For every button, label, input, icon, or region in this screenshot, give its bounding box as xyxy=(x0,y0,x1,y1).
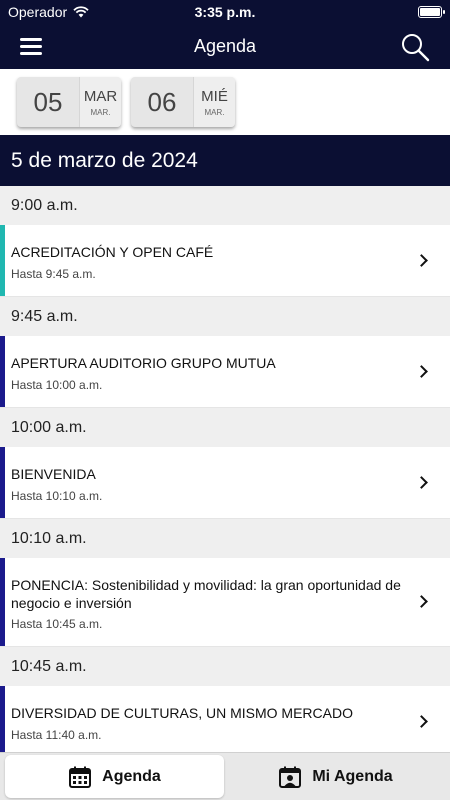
tab-bar: Agenda Mi Agenda xyxy=(0,752,450,800)
carrier-label: Operador xyxy=(8,4,68,20)
time-header: 10:45 a.m. xyxy=(0,647,450,686)
tab-label: Mi Agenda xyxy=(312,767,393,785)
calendar-icon xyxy=(69,766,92,788)
event-title: APERTURA AUDITORIO GRUPO MUTUA xyxy=(11,355,276,371)
event-title: DIVERSIDAD DE CULTURAS, UN MISMO MERCADO xyxy=(11,705,353,721)
time-header: 9:45 a.m. xyxy=(0,297,450,336)
event-item[interactable]: PONENCIA: Sostenibilidad y movilidad: la… xyxy=(0,558,450,647)
status-bar: Operador 3:35 p.m. xyxy=(0,0,450,24)
chevron-right-icon xyxy=(415,715,428,728)
menu-line xyxy=(20,52,42,55)
date-chip-weekday-small: MAR. xyxy=(90,107,111,117)
event-end-time: Hasta 11:40 a.m. xyxy=(11,728,102,742)
event-item[interactable]: ACREDITACIÓN Y OPEN CAFÉ Hasta 9:45 a.m. xyxy=(0,225,450,297)
chevron-right-icon xyxy=(415,476,428,489)
date-chip-weekday-small: MAR. xyxy=(204,107,225,117)
event-color-bar xyxy=(0,225,5,296)
chevron-right-icon xyxy=(415,365,428,378)
nav-bar: Agenda xyxy=(0,24,450,69)
agenda-list[interactable]: 9:00 a.m. ACREDITACIÓN Y OPEN CAFÉ Hasta… xyxy=(0,186,450,752)
event-color-bar xyxy=(0,447,5,518)
event-color-bar xyxy=(0,558,5,646)
event-title: ACREDITACIÓN Y OPEN CAFÉ xyxy=(11,244,214,260)
date-chip-weekday: MIÉ xyxy=(201,87,228,105)
chevron-right-icon xyxy=(415,254,428,267)
search-icon[interactable] xyxy=(400,32,430,62)
menu-line xyxy=(20,45,42,48)
page-title: Agenda xyxy=(193,36,257,56)
date-chip-day: 06 xyxy=(147,86,177,117)
event-end-time: Hasta 9:45 a.m. xyxy=(11,267,96,281)
date-chip-weekday-box: MIÉ MAR. xyxy=(193,77,235,127)
chevron-right-icon xyxy=(415,595,428,608)
date-selector: 05 MAR MAR. 06 MIÉ MAR. xyxy=(0,69,450,135)
date-chip-weekday: MAR xyxy=(83,87,118,105)
menu-line xyxy=(20,38,42,41)
event-end-time: Hasta 10:10 a.m. xyxy=(11,489,103,503)
event-item[interactable]: DIVERSIDAD DE CULTURAS, UN MISMO MERCADO… xyxy=(0,686,450,752)
battery-fill xyxy=(420,8,440,16)
hamburger-icon[interactable] xyxy=(20,38,42,55)
date-chip-weekday-box: MAR MAR. xyxy=(79,77,121,127)
event-title: PONENCIA: Sostenibilidad y movilidad: la… xyxy=(11,577,401,611)
event-end-time: Hasta 10:00 a.m. xyxy=(11,378,103,392)
time-header: 10:00 a.m. xyxy=(0,408,450,447)
event-color-bar xyxy=(0,336,5,407)
tab-agenda[interactable]: Agenda xyxy=(5,755,224,798)
date-header: 5 de marzo de 2024 xyxy=(0,135,450,186)
wifi-icon xyxy=(73,6,89,18)
time-header: 9:00 a.m. xyxy=(0,186,450,225)
date-chip-05[interactable]: 05 MAR MAR. xyxy=(17,77,121,127)
calendar-person-icon xyxy=(279,766,302,788)
time-header: 10:10 a.m. xyxy=(0,519,450,558)
event-item[interactable]: APERTURA AUDITORIO GRUPO MUTUA Hasta 10:… xyxy=(0,336,450,408)
date-chip-06[interactable]: 06 MIÉ MAR. xyxy=(131,77,235,127)
tab-label: Agenda xyxy=(102,767,161,785)
event-item[interactable]: BIENVENIDA Hasta 10:10 a.m. xyxy=(0,447,450,519)
event-title: BIENVENIDA xyxy=(11,466,96,482)
battery-icon xyxy=(418,6,445,18)
event-color-bar xyxy=(0,686,5,752)
date-chip-day: 05 xyxy=(33,86,63,117)
tab-mi-agenda[interactable]: Mi Agenda xyxy=(226,755,445,798)
status-left: Operador xyxy=(8,4,89,20)
event-end-time: Hasta 10:45 a.m. xyxy=(11,617,103,631)
